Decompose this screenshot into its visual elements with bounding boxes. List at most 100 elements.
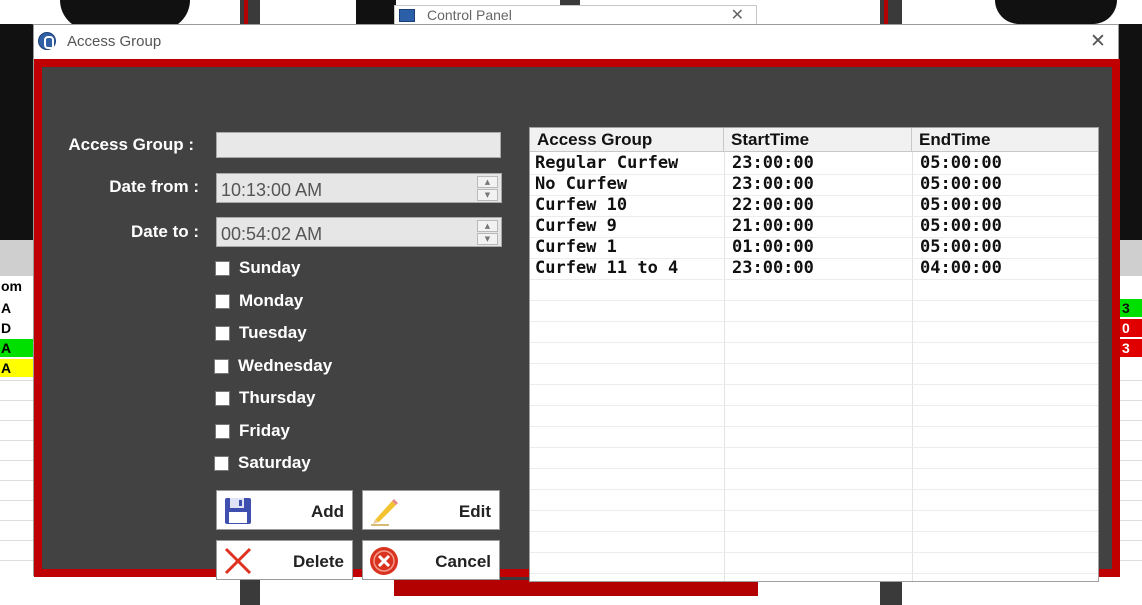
row-divider <box>530 510 1098 511</box>
background-grid-line <box>1117 480 1142 481</box>
background-grid-line <box>0 380 35 381</box>
access-group-label: Access Group : <box>68 135 194 154</box>
table-cell: 22:00:00 <box>732 195 814 215</box>
dialog-titlebar[interactable]: Access Group ✕ <box>34 25 1118 59</box>
table-row[interactable]: Curfew 1 01:00:00 05:00:00 <box>530 237 1098 258</box>
control-panel-window[interactable]: Control Panel ✕ <box>394 5 757 25</box>
checkbox-label: Monday <box>239 291 304 310</box>
pencil-icon <box>371 499 398 526</box>
checkbox-box[interactable] <box>214 359 229 374</box>
edit-button-label: Edit <box>458 502 491 521</box>
table-cell: 01:00:00 <box>732 237 814 257</box>
table-cell: 05:00:00 <box>920 216 1002 236</box>
add-button-label: Add <box>310 502 344 521</box>
row-divider <box>530 447 1098 448</box>
background-grid-line <box>0 480 35 481</box>
table-row[interactable]: Curfew 10 22:00:00 05:00:00 <box>530 195 1098 216</box>
table-cell: No Curfew <box>535 174 628 194</box>
add-button[interactable]: Add <box>216 490 353 530</box>
close-button[interactable]: ✕ <box>1086 28 1110 54</box>
row-divider <box>530 342 1098 343</box>
date-from-picker[interactable]: 10:13:00 AM ▲ ▼ <box>216 173 502 203</box>
checkbox-box[interactable] <box>215 326 230 341</box>
row-divider <box>530 531 1098 532</box>
background-grid-line <box>0 520 35 521</box>
table-cell: 05:00:00 <box>920 195 1002 215</box>
spin-up-icon[interactable]: ▲ <box>477 220 498 232</box>
background-grid-line <box>0 420 35 421</box>
checkbox-label: Wednesday <box>238 356 333 375</box>
column-header-start-time[interactable]: StartTime <box>724 128 912 152</box>
table-cell: Curfew 1 <box>535 237 617 257</box>
checkbox-label: Thursday <box>239 388 316 407</box>
row-divider <box>530 279 1098 280</box>
row-divider <box>530 405 1098 406</box>
spin-down-icon[interactable]: ▼ <box>477 233 498 245</box>
table-row[interactable]: Regular Curfew 23:00:00 05:00:00 <box>530 153 1098 174</box>
access-group-input[interactable] <box>216 132 501 158</box>
date-from-value: 10:13:00 AM <box>221 180 323 200</box>
checkbox-label: Saturday <box>238 453 311 472</box>
table-cell: 05:00:00 <box>920 237 1002 257</box>
table-cell: 05:00:00 <box>920 153 1002 173</box>
checkbox-box[interactable] <box>215 391 230 406</box>
date-from-label: Date from : <box>109 177 199 196</box>
checkbox-box[interactable] <box>215 424 230 439</box>
table-cell: 05:00:00 <box>920 174 1002 194</box>
control-panel-icon <box>399 9 415 22</box>
checkbox-box[interactable] <box>214 456 229 471</box>
checkbox-label: Friday <box>239 421 291 440</box>
background-cell: 3 <box>1118 299 1142 317</box>
background-grid-line <box>1117 400 1142 401</box>
background-grid-line <box>0 440 35 441</box>
x-mark-icon <box>224 547 252 575</box>
control-panel-close-icon[interactable]: ✕ <box>731 5 744 24</box>
table-row[interactable]: Curfew 11 to 4 23:00:00 04:00:00 <box>530 258 1098 279</box>
cancel-button-label: Cancel <box>435 552 491 571</box>
background-grid-line <box>1117 440 1142 441</box>
control-panel-title: Control Panel <box>427 7 512 23</box>
background-grid-line <box>0 400 35 401</box>
table-cell: Regular Curfew <box>535 153 679 173</box>
checkbox-label: Tuesday <box>239 323 307 342</box>
table-cell: Curfew 10 <box>535 195 628 215</box>
background-grid-left-header-text: om <box>1 278 22 294</box>
table-cell: 23:00:00 <box>732 258 814 278</box>
delete-button[interactable]: Delete <box>216 540 353 580</box>
date-to-value: 00:54:02 AM <box>221 224 323 244</box>
table-row[interactable]: Curfew 9 21:00:00 05:00:00 <box>530 216 1098 237</box>
background-grid-line <box>1117 380 1142 381</box>
background-grid-right-header <box>1117 240 1142 276</box>
checkbox-box[interactable] <box>215 261 230 276</box>
background-grid-line <box>1117 520 1142 521</box>
checkbox-label: Sunday <box>239 258 301 277</box>
background-grid-line <box>1117 420 1142 421</box>
background-grid-left-header <box>0 240 35 276</box>
silhouette-right-head <box>995 0 1117 24</box>
table-cell: Curfew 11 to 4 <box>535 258 679 278</box>
checkbox-box[interactable] <box>215 294 230 309</box>
background-grid-line <box>1117 460 1142 461</box>
row-divider <box>530 426 1098 427</box>
access-group-table[interactable]: Access Group StartTime EndTime Regular C… <box>529 127 1099 582</box>
background-grid-line <box>0 500 35 501</box>
column-header-access-group[interactable]: Access Group <box>530 128 724 152</box>
edit-button[interactable]: Edit <box>362 490 500 530</box>
column-header-end-time[interactable]: EndTime <box>912 128 1098 152</box>
table-cell: 23:00:00 <box>732 174 814 194</box>
background-grid-line <box>0 540 35 541</box>
table-cell: 04:00:00 <box>920 258 1002 278</box>
spin-down-icon[interactable]: ▼ <box>477 189 498 201</box>
background-grid-line <box>0 560 35 561</box>
silhouette-center-head <box>356 0 396 24</box>
cancel-button[interactable]: Cancel <box>362 540 500 580</box>
date-to-picker[interactable]: 00:54:02 AM ▲ ▼ <box>216 217 502 247</box>
table-row[interactable]: No Curfew 23:00:00 05:00:00 <box>530 174 1098 195</box>
spin-up-icon[interactable]: ▲ <box>477 176 498 188</box>
row-divider <box>530 300 1098 301</box>
background-grid-line <box>1117 560 1142 561</box>
background-accent <box>244 0 248 24</box>
table-cell: 21:00:00 <box>732 216 814 236</box>
table-cell: 23:00:00 <box>732 153 814 173</box>
row-divider <box>530 468 1098 469</box>
